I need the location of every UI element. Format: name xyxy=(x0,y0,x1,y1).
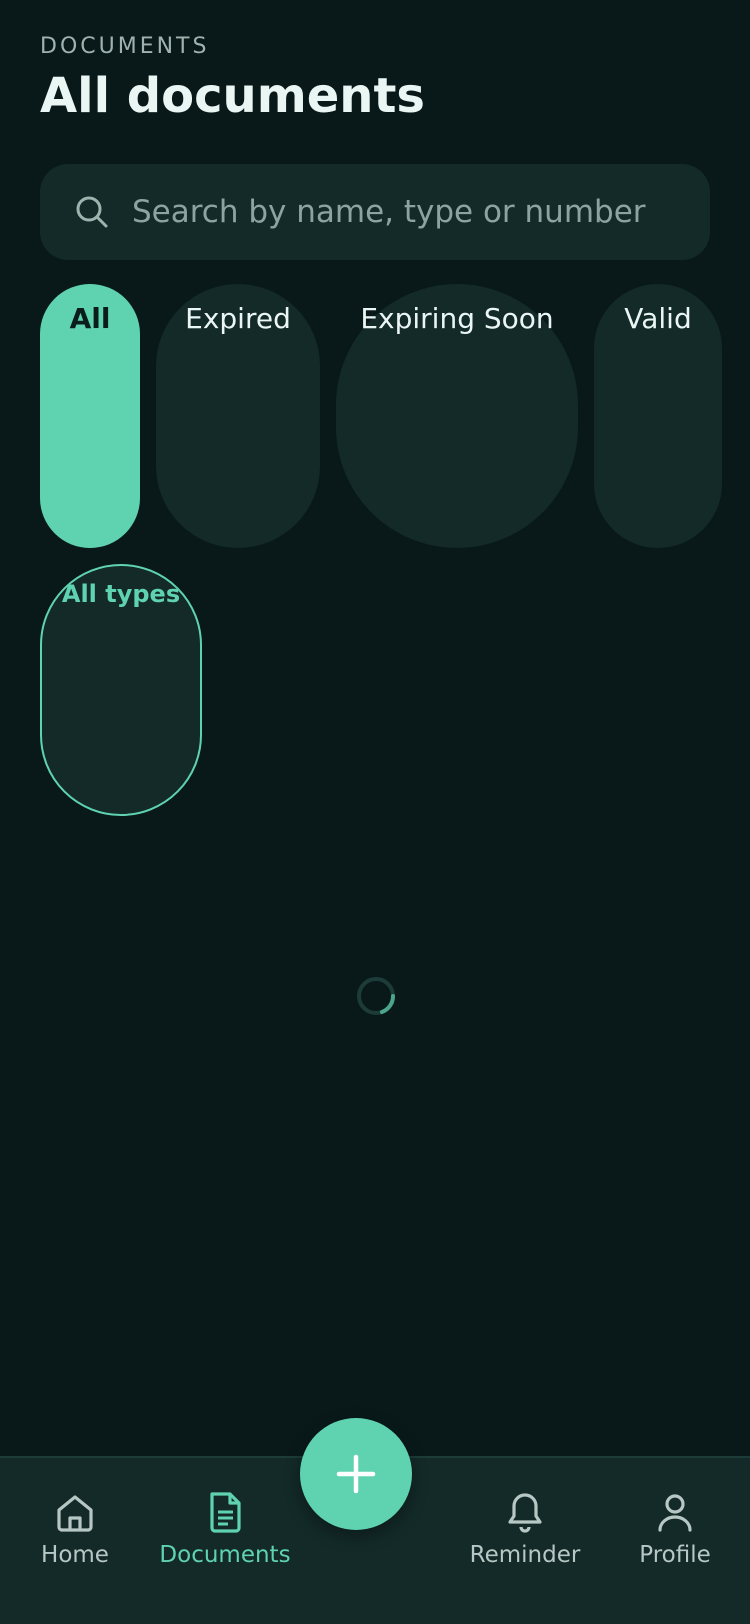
tab-label: Home xyxy=(41,1542,109,1568)
tab-label: Reminder xyxy=(469,1542,581,1568)
loading-spinner xyxy=(357,977,396,1015)
filter-chip-expiring-soon[interactable]: Expiring Soon xyxy=(336,284,578,548)
home-icon xyxy=(57,1495,93,1532)
tab-profile[interactable]: Profile xyxy=(600,1490,750,1568)
search-input[interactable]: Search by name, type or number xyxy=(40,164,710,260)
bell-icon xyxy=(508,1493,542,1533)
documents-screen: DOCUMENTS All documents Search by name, … xyxy=(0,0,750,1624)
tab-label: Documents xyxy=(159,1542,291,1568)
section-eyebrow: DOCUMENTS xyxy=(40,34,210,59)
search-icon xyxy=(76,196,108,228)
user-icon xyxy=(658,1494,692,1532)
plus-icon xyxy=(336,1454,376,1494)
filter-chip-valid[interactable]: Valid xyxy=(594,284,722,548)
filter-chip-all[interactable]: All xyxy=(40,284,140,548)
filter-chip-label: All xyxy=(69,302,111,335)
filter-chip-expired[interactable]: Expired xyxy=(156,284,320,548)
tab-documents[interactable]: Documents xyxy=(150,1490,300,1568)
type-filter-chip[interactable]: All types xyxy=(40,564,202,816)
tab-home[interactable]: Home xyxy=(0,1490,150,1568)
add-document-button[interactable] xyxy=(300,1418,412,1530)
search-placeholder: Search by name, type or number xyxy=(132,194,646,230)
document-icon xyxy=(210,1492,241,1533)
type-filter-label: All types xyxy=(61,580,181,608)
filter-chip-label: Expiring Soon xyxy=(360,302,554,335)
filter-chip-label: Expired xyxy=(185,302,291,335)
filter-chip-label: Valid xyxy=(624,302,692,335)
page-title: All documents xyxy=(40,68,425,124)
tab-label: Profile xyxy=(639,1542,711,1568)
tab-reminder[interactable]: Reminder xyxy=(450,1490,600,1568)
